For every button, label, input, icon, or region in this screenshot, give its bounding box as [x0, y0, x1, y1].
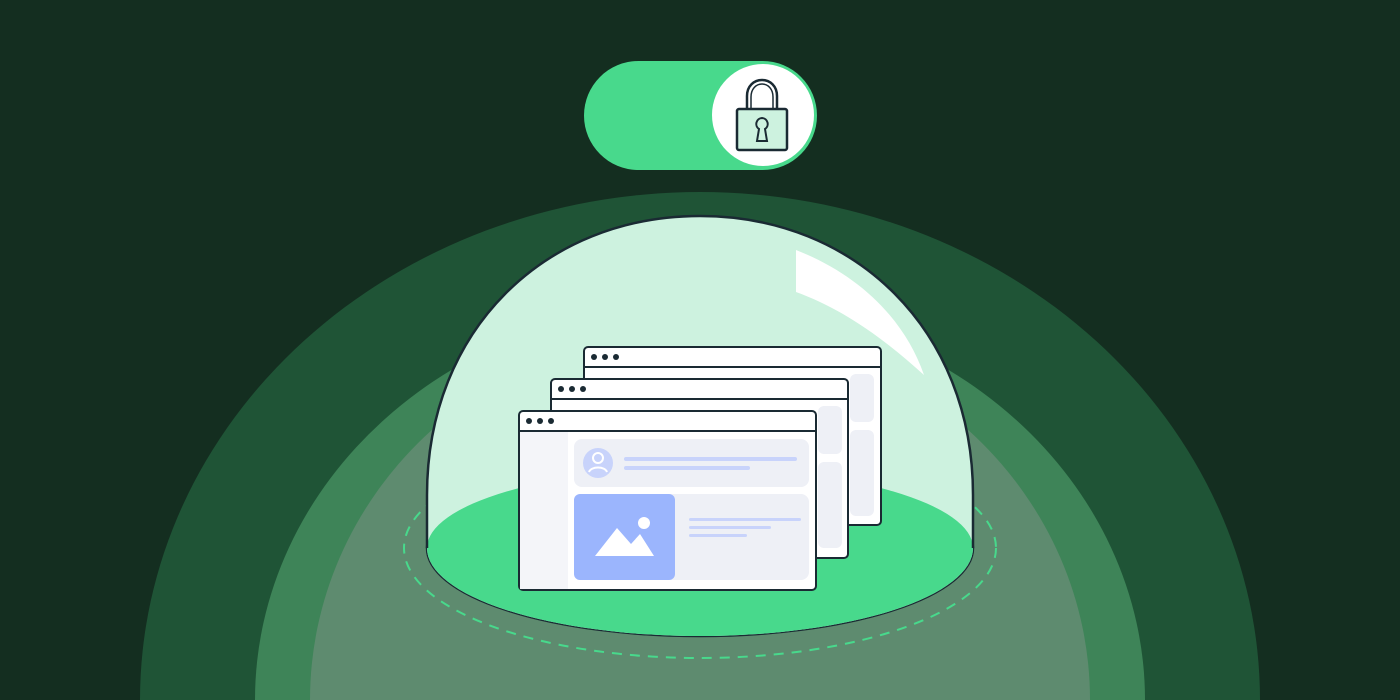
privacy-toggle[interactable] — [584, 61, 817, 170]
illustration-canvas — [0, 0, 1400, 700]
user-avatar-icon — [583, 448, 613, 478]
privacy-illustration — [0, 0, 1400, 700]
image-placeholder-icon — [574, 494, 675, 580]
browser-window-icon — [518, 410, 817, 591]
